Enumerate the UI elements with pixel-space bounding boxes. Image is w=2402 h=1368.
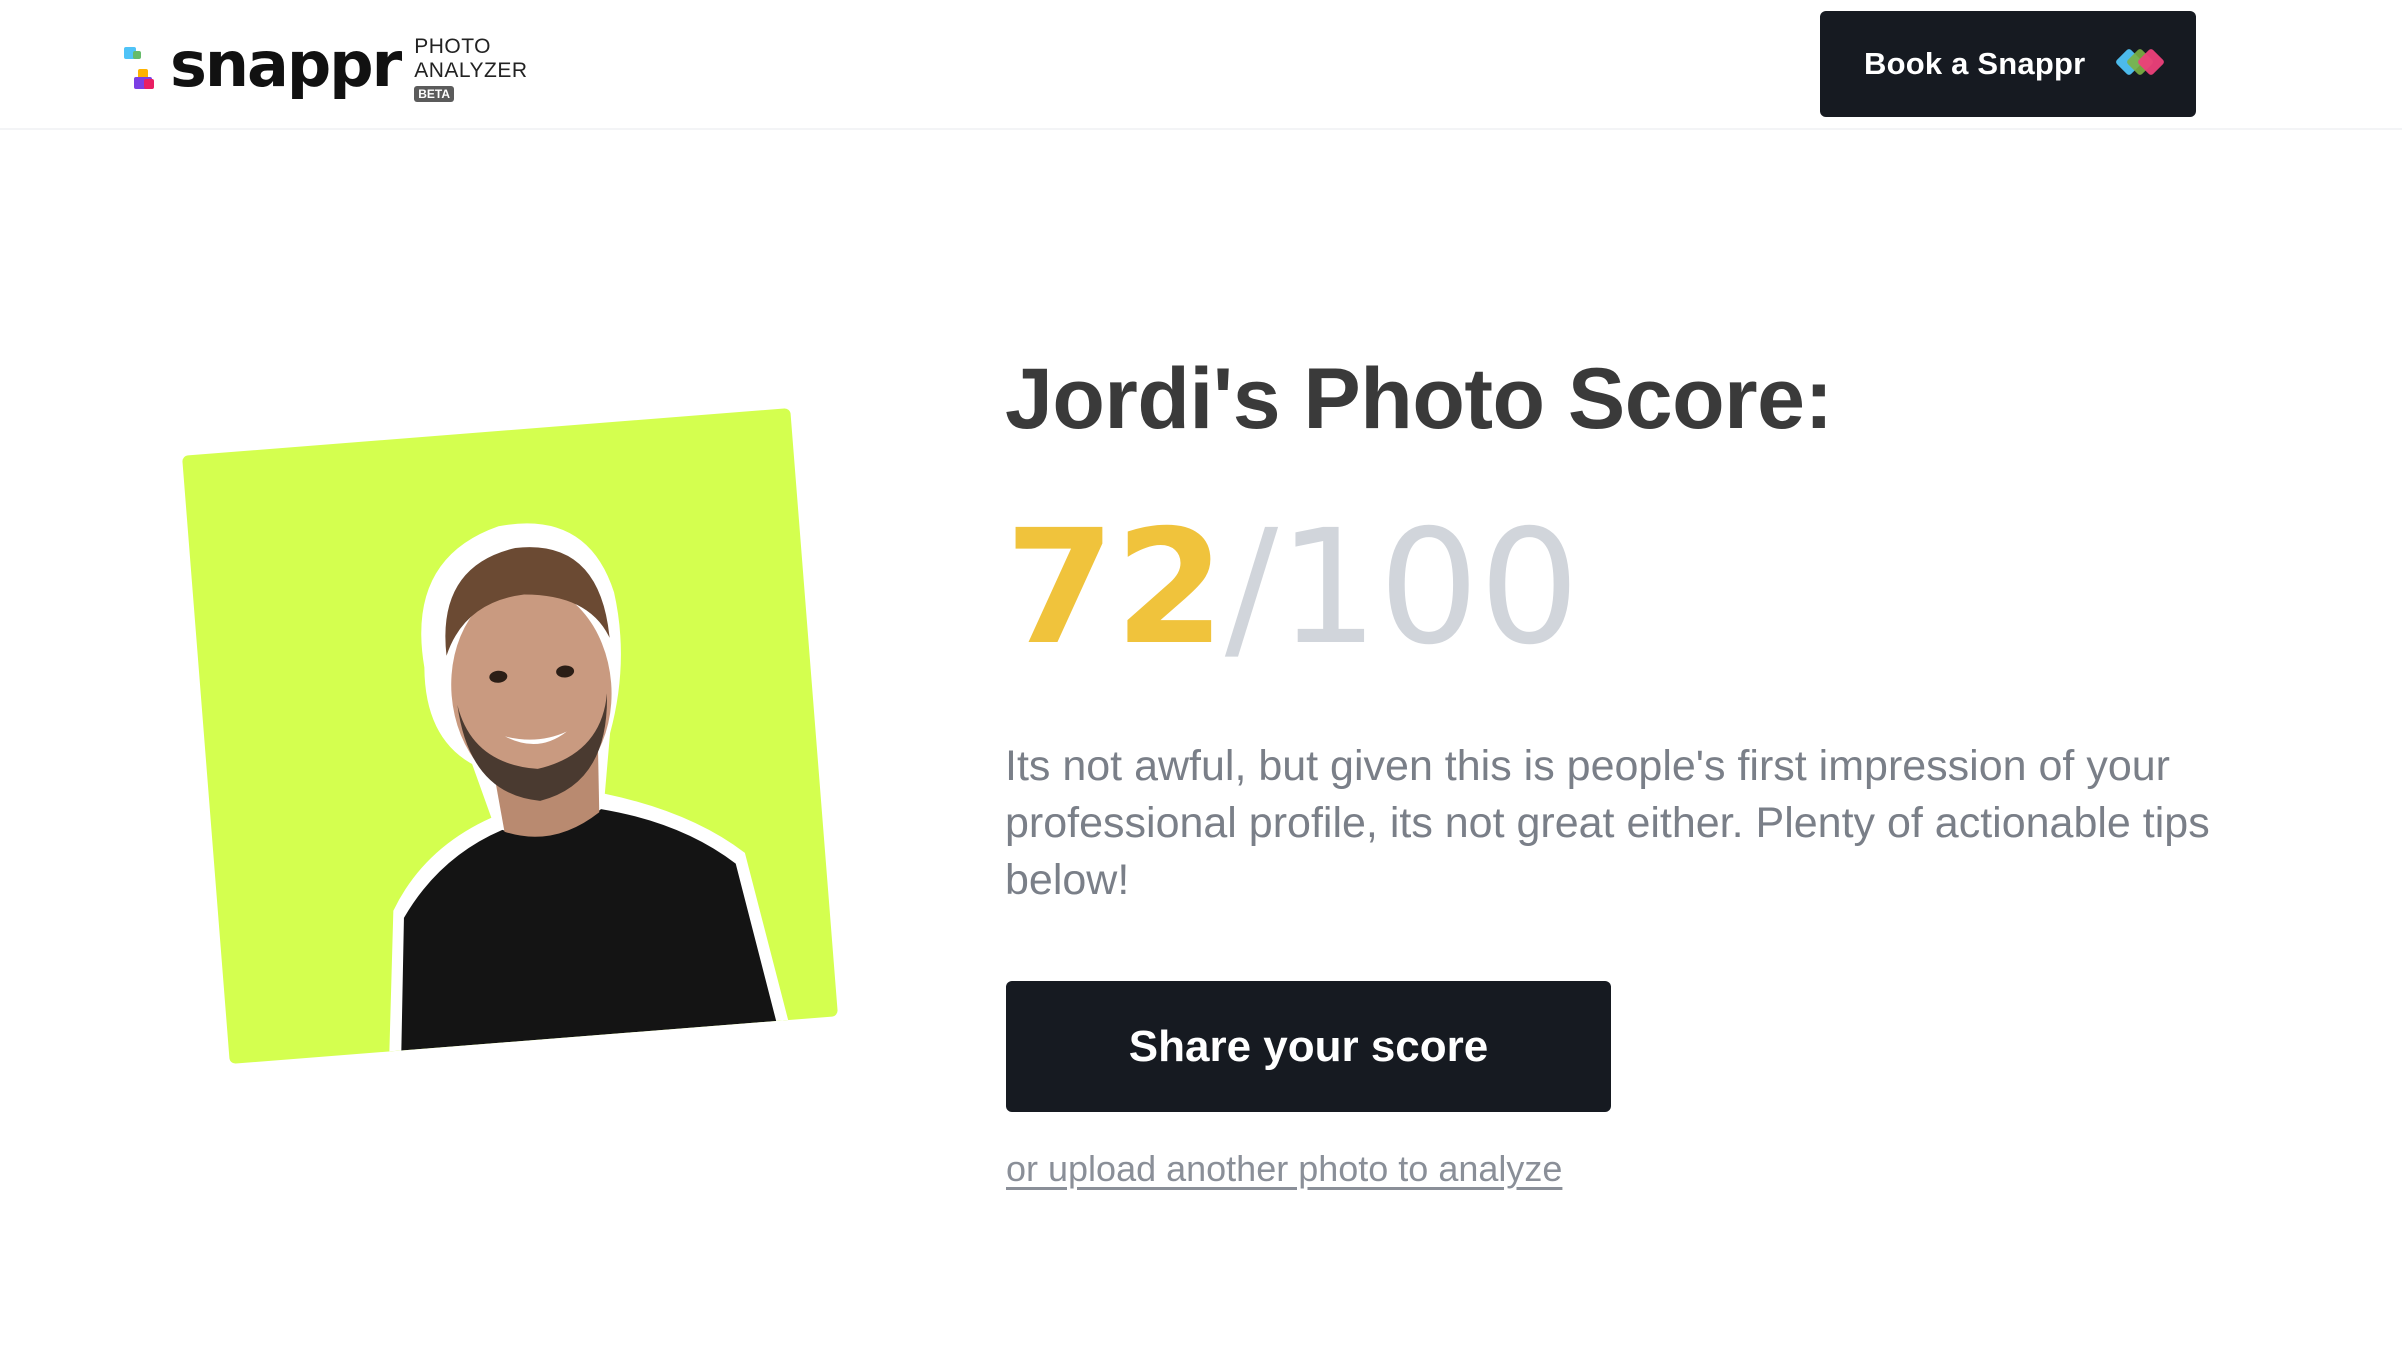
logo-subtitle-line2: ANALYZER — [414, 59, 528, 82]
snappr-logo-icon — [124, 47, 154, 91]
score-max: 100 — [1278, 496, 1580, 680]
logo-subtitle: PHOTO ANALYZER BETA — [414, 36, 527, 102]
photo-score: 72/100 — [1005, 501, 1580, 676]
upload-another-photo-link[interactable]: or upload another photo to analyze — [1006, 1148, 1562, 1190]
score-description: Its not awful, but given this is people'… — [1005, 742, 2210, 904]
book-button-label: Book a Snappr — [1864, 46, 2086, 81]
page-title: Jordi's Photo Score: — [1005, 351, 1833, 447]
snappr-logo[interactable]: snappr PHOTO ANALYZER BETA — [124, 34, 528, 104]
person-illustration — [389, 523, 789, 1052]
logo-wordmark: snappr — [170, 28, 402, 101]
top-navbar: snappr PHOTO ANALYZER BETA Book a Snappr — [0, 0, 2402, 130]
book-a-snappr-button[interactable]: Book a Snappr — [1820, 11, 2196, 117]
share-button-label: Share your score — [1128, 1021, 1489, 1071]
snappr-arrows-icon — [2115, 46, 2166, 82]
beta-badge: BETA — [414, 86, 454, 102]
score-value: 72 — [1005, 496, 1225, 680]
share-score-button[interactable]: Share your score — [1006, 981, 1611, 1112]
score-separator: / — [1224, 496, 1279, 680]
profile-photo — [182, 408, 838, 1064]
profile-photo-container — [165, 396, 845, 1066]
logo-subtitle-line1: PHOTO — [414, 35, 492, 58]
